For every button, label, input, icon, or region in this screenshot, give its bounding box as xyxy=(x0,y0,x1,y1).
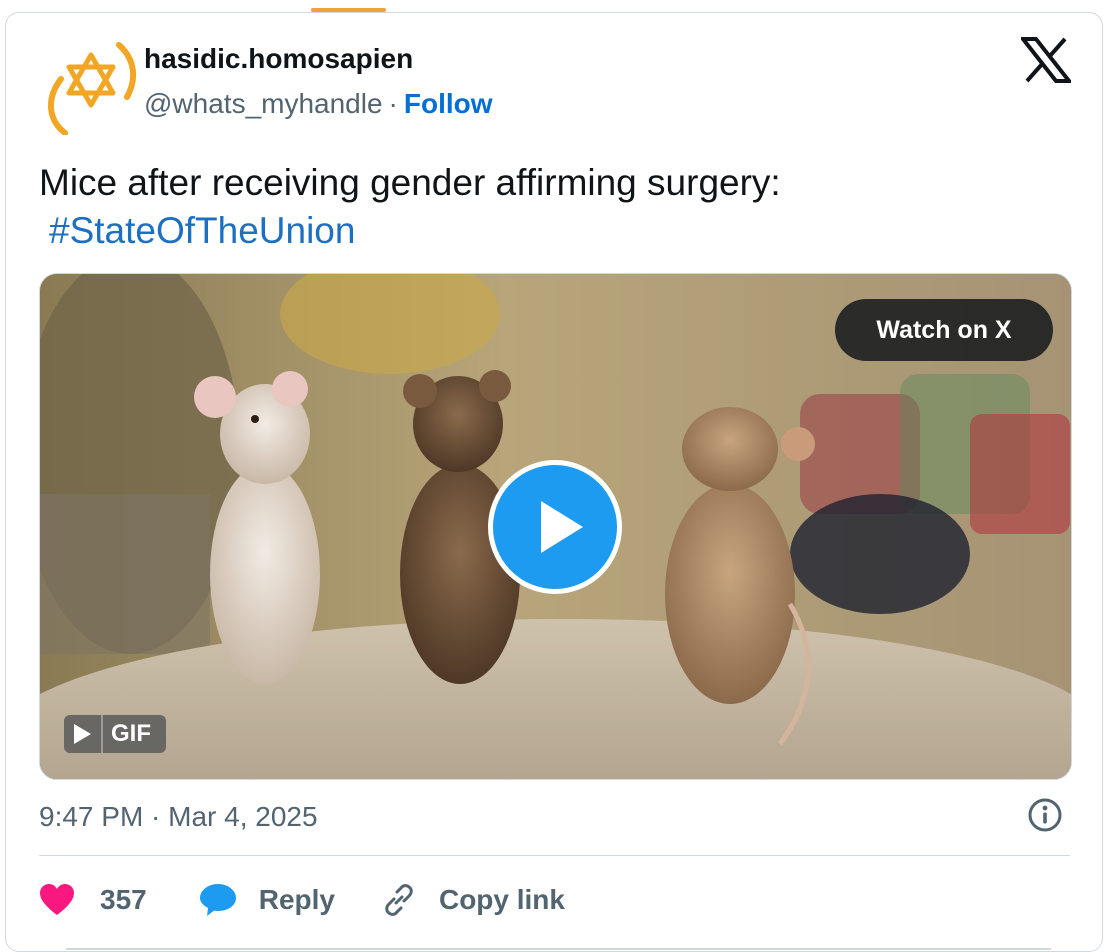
gif-play-icon xyxy=(74,724,91,744)
reply-button[interactable]: Reply xyxy=(199,882,335,918)
author-handle[interactable]: @whats_myhandle xyxy=(144,88,383,119)
reply-bubble-icon xyxy=(199,884,236,916)
media-gif-player[interactable]: Watch on X GIF xyxy=(39,273,1072,780)
tweet-embed-card: hasidic.homosapien @whats_myhandle · Follo… xyxy=(5,12,1103,952)
star-of-david-icon xyxy=(47,42,137,136)
tweet-body: Mice after receiving gender affirming su… xyxy=(39,162,781,203)
copy-link-button[interactable]: Copy link xyxy=(381,882,565,918)
info-icon[interactable] xyxy=(1027,797,1063,833)
avatar[interactable] xyxy=(39,39,139,136)
hashtag-link[interactable]: #StateOfTheUnion xyxy=(49,207,1069,255)
gif-badge[interactable]: GIF xyxy=(64,715,166,753)
play-icon xyxy=(541,501,583,553)
tweet-text: Mice after receiving gender affirming su… xyxy=(39,159,1069,255)
author-handle-row: @whats_myhandle · Follow xyxy=(144,88,493,120)
gif-label: GIF xyxy=(111,720,151,747)
tweet-timestamp[interactable]: 9:47 PM · Mar 4, 2025 xyxy=(39,801,318,833)
like-count: 357 xyxy=(100,884,147,915)
x-logo-icon[interactable] xyxy=(1018,37,1074,83)
handle-separator: · xyxy=(388,88,398,119)
like-button[interactable]: 357 xyxy=(39,883,147,917)
actions-divider xyxy=(39,855,1070,856)
heart-icon xyxy=(40,884,74,915)
link-icon xyxy=(385,884,413,916)
reply-label: Reply xyxy=(258,884,335,915)
author-display-name[interactable]: hasidic.homosapien xyxy=(144,43,413,75)
tweet-actions: 357 Reply Copy link xyxy=(39,875,565,925)
gif-badge-divider xyxy=(101,715,103,753)
bottom-divider xyxy=(66,948,1051,950)
copy-link-label: Copy link xyxy=(438,884,565,915)
follow-button[interactable]: Follow xyxy=(404,88,493,119)
play-button[interactable] xyxy=(488,460,622,594)
watch-on-x-button[interactable]: Watch on X xyxy=(835,299,1053,361)
